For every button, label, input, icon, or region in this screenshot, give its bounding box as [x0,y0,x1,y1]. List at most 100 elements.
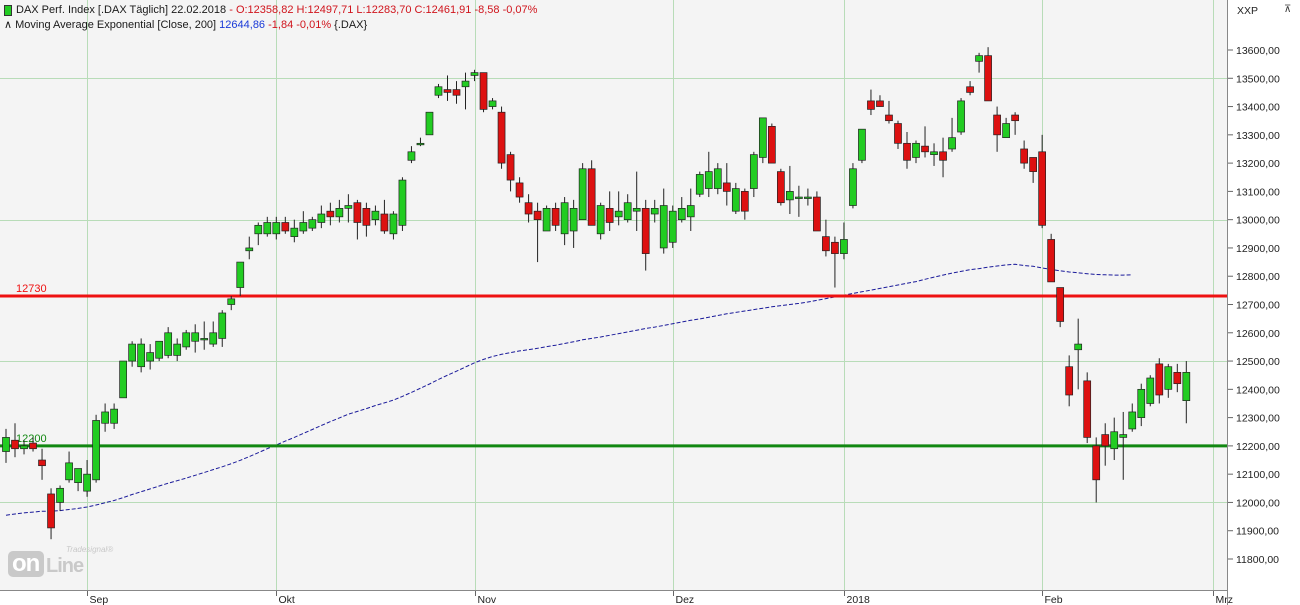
candle-body [984,55,992,102]
ema-value: 12644,86 [219,19,266,31]
candle-body [632,208,641,212]
candle-body [38,459,46,467]
logo-on: on [12,550,40,577]
header-date: 22.02.2018 [171,4,227,16]
candle-body [497,111,506,164]
candle-body [1146,377,1155,404]
candle-body [1074,343,1083,351]
candle-body [1083,380,1092,438]
candle-body [56,487,64,503]
y-tick-label: 12500,00 [1236,356,1280,368]
candle-body [389,213,398,235]
candle-body [119,360,127,399]
logo-small: Tradesignal® [66,545,114,554]
y-tick-label: 12100,00 [1236,469,1280,481]
candle-body [1101,434,1110,447]
candle-body [822,236,830,252]
candle-body [200,338,209,341]
y-tick-label: 13300,00 [1236,130,1280,142]
candle-body [894,123,902,144]
candle-body [470,72,479,76]
candle-body [614,210,623,218]
candle-body [993,114,1001,136]
candle-body [1047,239,1056,283]
candle [425,111,434,136]
candle-body [659,205,668,249]
candle [398,177,407,231]
candle-body [885,114,893,122]
candle-body [704,171,713,189]
candle-body [551,208,560,226]
y-tick-label: 12700,00 [1236,300,1280,312]
candle-body [416,142,425,146]
candle-body [65,462,73,481]
candle-body [29,442,37,450]
candle-body [407,151,416,161]
candle-body [488,100,497,107]
legend-ema-glyph: ∧ [4,19,13,31]
candle [542,205,551,232]
candle-body [605,208,614,223]
y-tick-label: 12300,00 [1236,413,1280,425]
ema-change: -1,84 -0,01% [268,19,332,31]
y-axis-header: XXP [1237,5,1258,17]
candle-body [740,191,749,212]
candle-body [443,89,452,93]
y-tick-label: 13100,00 [1236,186,1280,198]
y-tick-label: 12200,00 [1236,441,1280,453]
candle-body [128,343,136,362]
candle-body [317,213,326,223]
instrument-name: DAX Perf. Index [.DAX Täglich] [16,4,169,16]
y-tick-label: 13000,00 [1236,215,1280,227]
candle-body [164,332,173,356]
y-tick-label: 13600,00 [1236,45,1280,57]
candle-body [1137,388,1146,418]
candle-body [641,208,650,254]
y-tick-label: 11900,00 [1236,526,1279,538]
chart-corner-icon[interactable]: ⊼ [1284,4,1291,15]
x-tick-label: Nov [478,594,497,605]
candle-body [569,208,578,232]
candle-body [155,340,164,359]
candle-body [371,210,380,221]
candle-body [1128,411,1137,430]
candle-body [380,213,389,232]
candle-body [1056,287,1065,322]
logo-line: Line [46,555,84,577]
candle-body [713,168,722,189]
y-tick-label: 12900,00 [1236,243,1280,255]
candle-body [461,80,470,88]
x-tick-label: Okt [279,594,295,605]
y-tick-label: 12000,00 [1236,497,1280,509]
candle-body [182,332,191,348]
candle-body [398,179,407,226]
candle [587,160,596,226]
candle-body [1011,114,1019,122]
candle-body [840,239,848,254]
candle-body [1173,372,1182,385]
candle-body [191,332,200,342]
header-ohlc: - O:12358,82 H:12497,71 L:12283,70 C:124… [229,4,538,16]
candle [1056,287,1065,328]
candle [578,163,587,221]
candle [957,98,965,135]
candle-body [335,208,344,218]
price-chart[interactable]: 1273012200 11800,0011900,0012000,0012100… [0,0,1300,605]
candle-body [731,188,740,212]
candle [1047,233,1056,283]
y-tick-label: 11800,00 [1236,554,1279,566]
candle-body [1020,148,1028,164]
candle-body [939,151,947,161]
candle-body [47,493,55,529]
candle-body [560,202,569,235]
candle-body [695,174,704,195]
candle-body [849,168,857,206]
candle-body [218,312,227,339]
candle [92,414,100,483]
y-tick-label: 12400,00 [1236,384,1280,396]
candle-body [966,86,974,93]
candle-body [515,182,524,198]
candle-body [948,137,956,150]
candle-body [596,205,605,235]
candle-body [1002,123,1010,139]
